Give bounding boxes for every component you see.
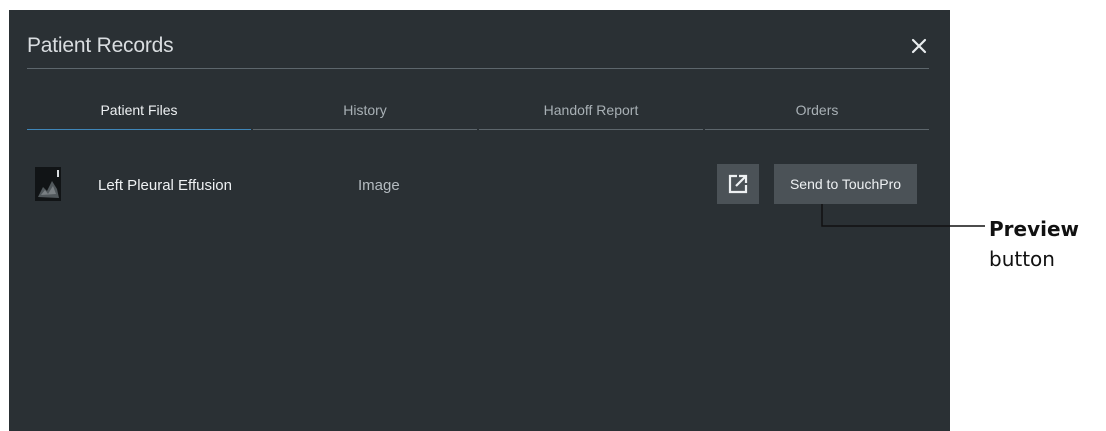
file-type: Image bbox=[358, 177, 400, 194]
dialog-title: Patient Records bbox=[27, 34, 174, 57]
dialog-header: Patient Records bbox=[27, 10, 929, 69]
open-external-icon bbox=[728, 174, 748, 194]
callout-subtitle: button bbox=[989, 247, 1055, 271]
preview-button[interactable] bbox=[717, 164, 759, 204]
patient-records-dialog: Patient Records Patient Files History Ha… bbox=[9, 10, 950, 431]
file-row: Left Pleural Effusion Image Send to Touc… bbox=[35, 164, 917, 206]
callout-title: Preview bbox=[989, 217, 1080, 241]
close-icon[interactable] bbox=[909, 36, 929, 56]
tab-bar: Patient Files History Handoff Report Ord… bbox=[27, 94, 929, 130]
tab-history[interactable]: History bbox=[253, 94, 477, 130]
callout-label: Preview button bbox=[989, 214, 1079, 274]
tab-orders[interactable]: Orders bbox=[705, 94, 929, 130]
file-name: Left Pleural Effusion bbox=[98, 177, 232, 194]
tab-patient-files[interactable]: Patient Files bbox=[27, 94, 251, 130]
send-to-touchpro-button[interactable]: Send to TouchPro bbox=[774, 164, 917, 204]
xray-thumbnail[interactable] bbox=[35, 167, 61, 201]
tab-handoff-report[interactable]: Handoff Report bbox=[479, 94, 703, 130]
